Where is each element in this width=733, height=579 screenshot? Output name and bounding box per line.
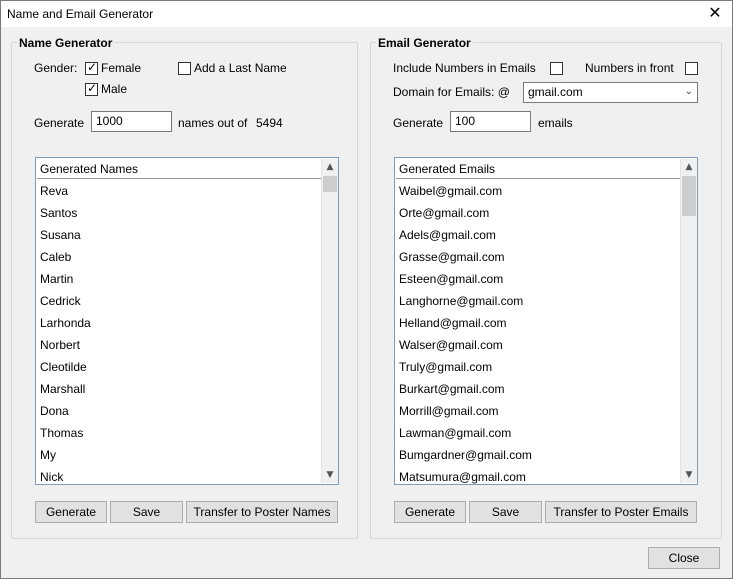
list-item[interactable]: Burkart@gmail.com [396,378,532,400]
scroll-up-icon[interactable]: ▲ [681,159,697,175]
list-item[interactable]: Langhorne@gmail.com [396,290,532,312]
list-item[interactable]: Dona [37,400,91,422]
list-item[interactable]: Santos [37,202,91,224]
main-window: Name and Email Generator ✕ Name Generato… [0,0,733,579]
email-generator-panel: Email Generator Include Numbers in Email… [370,36,722,539]
list-item[interactable]: Morrill@gmail.com [396,400,532,422]
generated-names-list[interactable]: Generated Names Reva Santos Susana Caleb Mar… [35,157,339,485]
add-last-name-label: Add a Last Name [194,61,287,75]
save-names-button[interactable]: Save [110,501,183,523]
gender-label: Gender: [34,61,78,75]
list-item[interactable]: Bumgardner@gmail.com [396,444,532,466]
list-item[interactable]: Adels@gmail.com [396,224,532,246]
include-numbers-label: Include Numbers in Emails [393,61,536,75]
emails-scrollbar[interactable]: ▲ ▼ [680,159,697,483]
generated-emails-list[interactable]: Generated Emails Waibel@gmail.com Orte@gm… [394,157,698,485]
transfer-to-poster-emails-button[interactable]: Transfer to Poster Emails [545,501,697,523]
generated-emails-header: Generated Emails [396,159,681,179]
list-item[interactable]: Thomas [37,422,91,444]
name-count-input[interactable]: 1000 [91,111,172,132]
list-item[interactable]: Orte@gmail.com [396,202,532,224]
generated-names-body: Reva Santos Susana Caleb Martin Cedrick Larhon… [37,180,91,484]
domain-select-value: gmail.com [528,85,583,99]
list-item[interactable]: Esteen@gmail.com [396,268,532,290]
list-item[interactable]: My [37,444,91,466]
list-item[interactable]: Grasse@gmail.com [396,246,532,268]
list-item[interactable]: Helland@gmail.com [396,312,532,334]
transfer-to-poster-names-button[interactable]: Transfer to Poster Names [186,501,338,523]
scroll-down-icon[interactable]: ▼ [322,467,338,483]
list-item[interactable]: Matsumura@gmail.com [396,466,532,484]
list-item[interactable]: Martin [37,268,91,290]
numbers-in-front-label: Numbers in front [585,61,674,75]
male-checkbox[interactable]: ✓ [85,81,98,96]
scroll-down-icon[interactable]: ▼ [681,467,697,483]
male-label: Male [101,82,128,96]
female-label: Female [101,61,142,75]
name-generator-panel: Name Generator Gender: ✓ Female Add a La… [11,36,358,539]
names-scrollbar[interactable]: ▲ ▼ [321,159,338,483]
list-item[interactable]: Larhonda [37,312,91,334]
name-generator-title: Name Generator [17,36,115,50]
list-item[interactable]: Cleotilde [37,356,91,378]
emails-label: emails [538,116,573,130]
domain-select[interactable]: gmail.com ⌄ [523,82,698,103]
list-item[interactable]: Cedrick [37,290,91,312]
generated-names-header: Generated Names [37,159,322,179]
generate-count-label: Generate [34,116,85,130]
names-scroll-thumb[interactable] [323,176,337,192]
window-title: Name and Email Generator [7,7,154,21]
list-item[interactable]: Lawman@gmail.com [396,422,532,444]
female-checkbox[interactable]: ✓ [85,60,98,75]
close-window-icon[interactable]: ✕ [706,3,724,23]
email-count-input[interactable]: 100 [450,111,531,132]
add-last-name-checkbox[interactable] [178,62,191,75]
title-bar: Name and Email Generator ✕ [1,1,732,27]
include-numbers-checkbox[interactable] [550,62,563,75]
check-icon: ✓ [87,60,98,74]
chevron-down-icon: ⌄ [684,86,693,97]
list-item[interactable]: Truly@gmail.com [396,356,532,378]
names-out-of-label: names out of [178,116,248,130]
email-generator-title: Email Generator [376,36,473,50]
list-item[interactable]: Nick [37,466,91,484]
total-names-value: 5494 [256,116,283,130]
list-item[interactable]: Caleb [37,246,91,268]
emails-scroll-thumb[interactable] [682,176,696,216]
domain-label: Domain for Emails: @ [393,85,510,99]
scroll-up-icon[interactable]: ▲ [322,159,338,175]
generate-emails-button[interactable]: Generate [394,501,466,523]
generate-email-count-label: Generate [393,116,444,130]
close-button[interactable]: Close [648,547,720,569]
list-item[interactable]: Susana [37,224,91,246]
save-emails-button[interactable]: Save [469,501,542,523]
numbers-in-front-checkbox[interactable] [685,62,698,75]
generate-names-button[interactable]: Generate [35,501,107,523]
list-item[interactable]: Reva [37,180,91,202]
list-item[interactable]: Norbert [37,334,91,356]
list-item[interactable]: Waibel@gmail.com [396,180,532,202]
list-item[interactable]: Marshall [37,378,91,400]
list-item[interactable]: Walser@gmail.com [396,334,532,356]
generated-emails-body: Waibel@gmail.com Orte@gmail.com Adels@gmai… [396,180,532,484]
check-icon: ✓ [87,81,98,95]
